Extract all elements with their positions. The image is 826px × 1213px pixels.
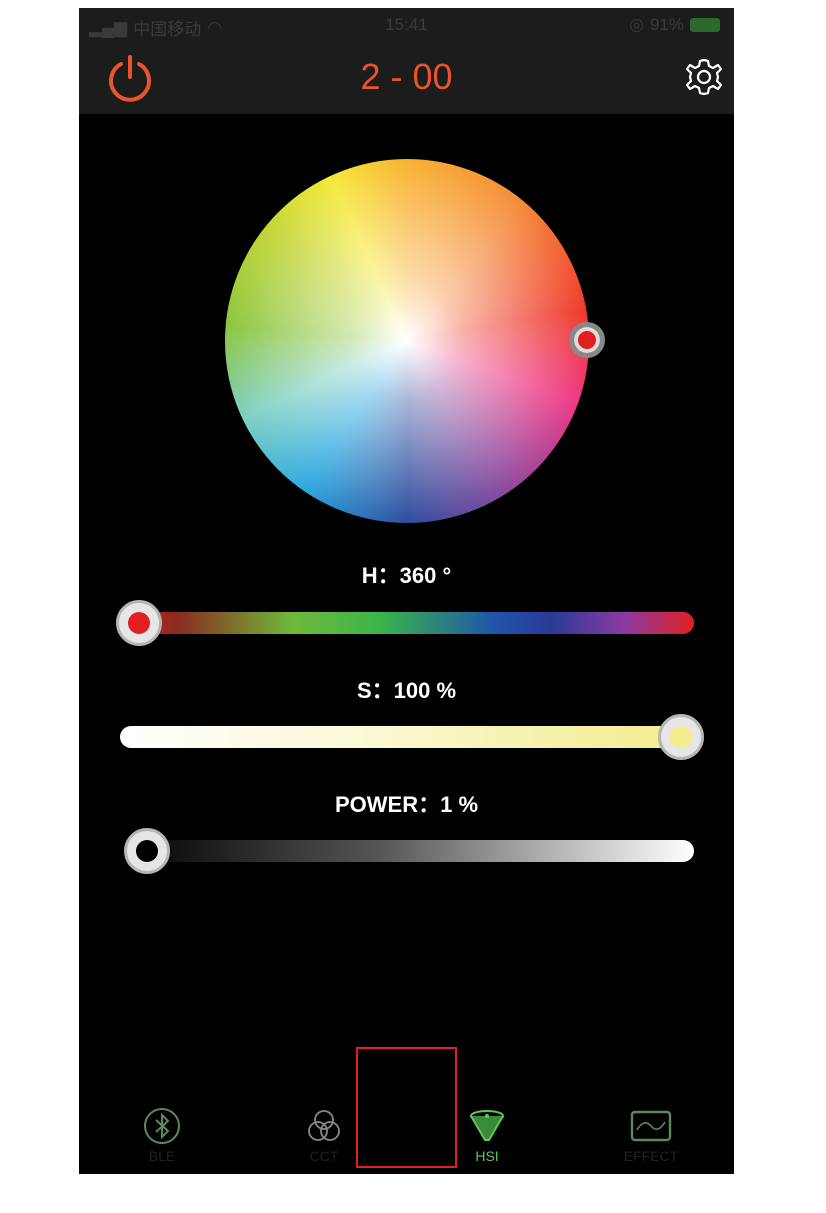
saturation-handle-dot xyxy=(670,726,692,748)
color-wheel-handle[interactable] xyxy=(569,322,605,358)
bluetooth-icon xyxy=(144,1108,180,1144)
app-header: 2 - 00 xyxy=(79,42,734,114)
power-handle-dot xyxy=(136,840,159,862)
hue-slider-handle[interactable] xyxy=(116,600,162,646)
hue-handle-dot xyxy=(128,612,150,634)
app-screen: ▂▄▆ 中国移动 ◠ 15:41 ◎ 91% 2 - 00 H：360 ° S：… xyxy=(79,8,734,1174)
tab-label: EFFECT xyxy=(623,1148,679,1164)
hue-label: H：360 ° xyxy=(361,563,452,588)
status-right: ◎ 91% xyxy=(629,15,720,35)
saturation-slider-handle[interactable] xyxy=(658,714,704,760)
saturation-label: S：100 % xyxy=(356,678,457,703)
power-slider-handle[interactable] xyxy=(124,828,171,874)
tab-effect[interactable]: EFFECT xyxy=(606,1100,696,1174)
hue-slider[interactable] xyxy=(120,612,694,634)
hsi-funnel-icon xyxy=(470,1110,504,1141)
saturation-slider[interactable] xyxy=(120,726,694,748)
status-bar: ▂▄▆ 中国移动 ◠ 15:41 ◎ 91% xyxy=(79,8,734,42)
color-wheel[interactable] xyxy=(225,159,589,523)
battery-icon xyxy=(690,18,720,32)
effect-monitor-icon xyxy=(630,1110,672,1142)
tab-label: BLE xyxy=(148,1148,176,1164)
tab-ble[interactable]: BLE xyxy=(117,1100,207,1174)
power-label: POWER：1 % xyxy=(334,792,479,817)
power-slider[interactable] xyxy=(120,840,694,862)
lock-rotation-icon: ◎ xyxy=(629,15,644,34)
highlight-box xyxy=(356,1047,457,1168)
page-title: 2 - 00 xyxy=(360,56,453,97)
cct-circles-icon xyxy=(308,1110,340,1141)
gear-icon[interactable] xyxy=(684,57,724,97)
battery-percent: 91% xyxy=(649,15,684,34)
